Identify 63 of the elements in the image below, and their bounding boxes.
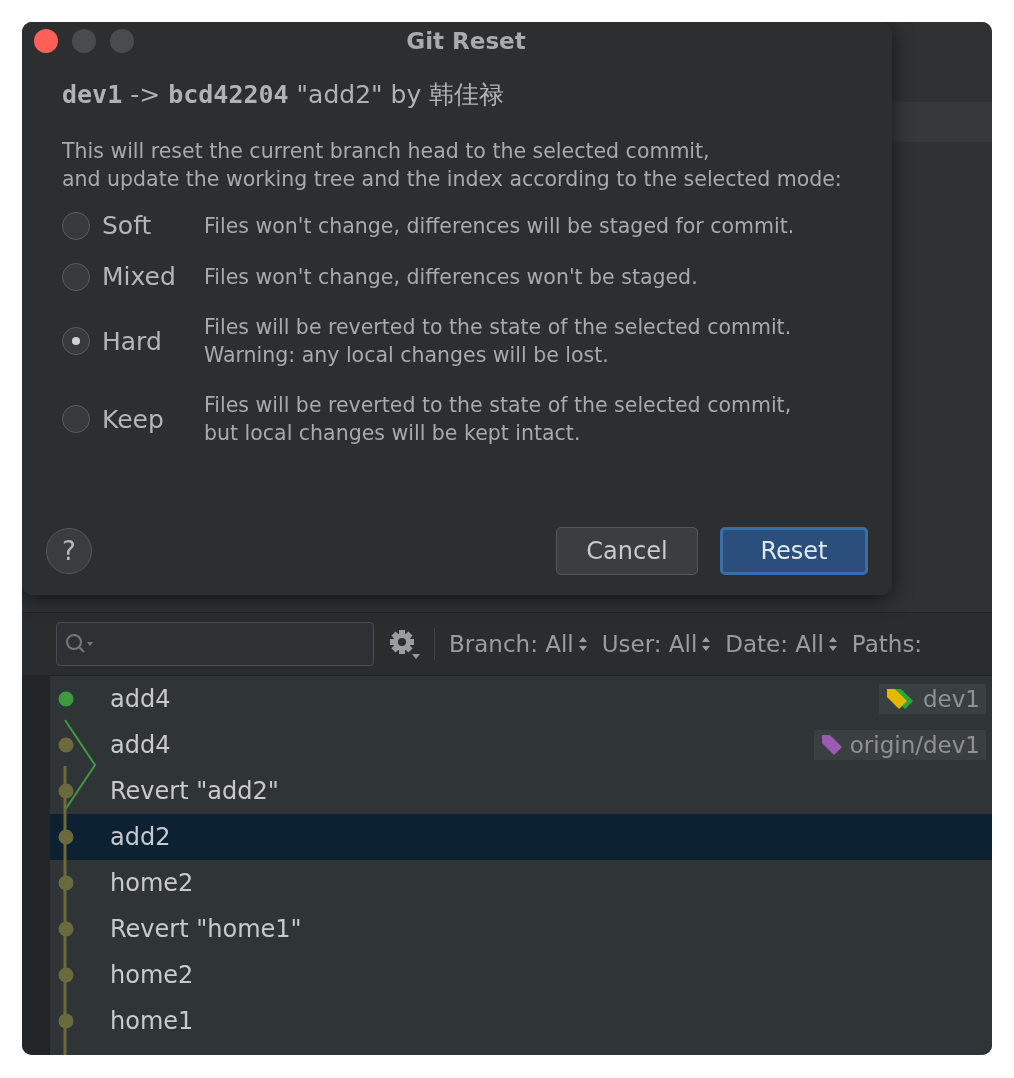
- commit-message: home2: [110, 869, 195, 897]
- mode-label: Keep: [102, 404, 164, 434]
- updown-icon: [827, 635, 838, 653]
- mode-description: Warning: any local changes will be lost.: [204, 342, 610, 369]
- description-text: This will reset the current branch head to the selected commit,: [62, 138, 711, 165]
- cancel-button[interactable]: Cancel: [556, 527, 698, 575]
- radio-button[interactable]: [62, 262, 90, 291]
- close-button[interactable]: [34, 29, 58, 53]
- filter-dropdown[interactable]: User: All: [601, 631, 712, 657]
- commit-message: add4: [110, 731, 172, 759]
- commit-row[interactable]: add4 origin/dev1: [50, 722, 992, 768]
- mode-label: Mixed: [102, 262, 176, 291]
- radio-button[interactable]: [62, 327, 90, 355]
- filter-dropdown[interactable]: Date: All: [725, 631, 838, 657]
- radio-button[interactable]: [62, 405, 90, 433]
- mode-label: Hard: [102, 326, 162, 356]
- search-field[interactable]: [56, 622, 374, 666]
- commit-message: home1: [110, 1007, 195, 1035]
- radio-button[interactable]: [62, 211, 90, 240]
- mode-description: but local changes will be kept intact.: [204, 420, 582, 447]
- commit-message: add4: [110, 685, 172, 713]
- gear-icon[interactable]: [388, 628, 420, 660]
- graph-node-icon: [58, 1013, 74, 1029]
- minimize-button[interactable]: [72, 29, 96, 53]
- branch-tag: origin/dev1: [813, 730, 986, 760]
- mode-description: Files won't change, differences will be staged for commit.: [204, 212, 796, 240]
- commit-message: add2: [110, 823, 172, 851]
- graph-node-icon: [58, 921, 74, 937]
- updown-icon: [701, 635, 712, 653]
- filter-dropdown[interactable]: Branch: All: [449, 631, 588, 657]
- commit-row[interactable]: add2: [50, 814, 992, 860]
- mode-label: Soft: [102, 211, 152, 240]
- commit-row[interactable]: home2: [50, 860, 992, 906]
- graph-node-icon: [58, 875, 74, 891]
- commit-message: home2: [110, 961, 195, 989]
- arrow-text: ->: [130, 80, 161, 109]
- reset-button[interactable]: Reset: [720, 527, 868, 575]
- commit-info: "add2" by 韩佳禄: [296, 79, 505, 111]
- updown-icon: [577, 635, 588, 653]
- graph-node-icon: [58, 829, 74, 845]
- graph-node-icon: [58, 783, 74, 799]
- commit-hash: bcd42204: [168, 80, 289, 109]
- commit-row[interactable]: Revert "home1": [50, 906, 992, 952]
- mode-description: Files will be reverted to the state of the selected commit,: [204, 392, 793, 419]
- zoom-button[interactable]: [110, 29, 134, 53]
- mode-description: Files will be reverted to the state of the selected commit.: [204, 314, 793, 341]
- branch-name: dev1: [62, 80, 123, 109]
- filter-dropdown[interactable]: Paths:: [851, 631, 923, 657]
- description-text: and update the working tree and the index according to the selected mode:: [62, 166, 843, 193]
- commit-message: Revert "add2": [110, 777, 280, 805]
- commit-message: Revert "home1": [110, 915, 303, 943]
- search-icon: [65, 633, 95, 655]
- help-button[interactable]: ?: [46, 528, 92, 574]
- mode-description: Files won't change, differences won't be staged.: [204, 263, 699, 291]
- graph-node-icon: [58, 737, 74, 753]
- commit-row[interactable]: home2: [50, 952, 992, 998]
- branch-tag: dev1: [879, 684, 986, 714]
- commit-row[interactable]: add4 dev1: [50, 676, 992, 722]
- commit-row[interactable]: home1: [50, 998, 992, 1044]
- commit-row[interactable]: Revert "add2": [50, 768, 992, 814]
- graph-node-icon: [58, 967, 74, 983]
- graph-node-icon: [58, 691, 74, 707]
- dialog-title: Git Reset: [405, 28, 527, 54]
